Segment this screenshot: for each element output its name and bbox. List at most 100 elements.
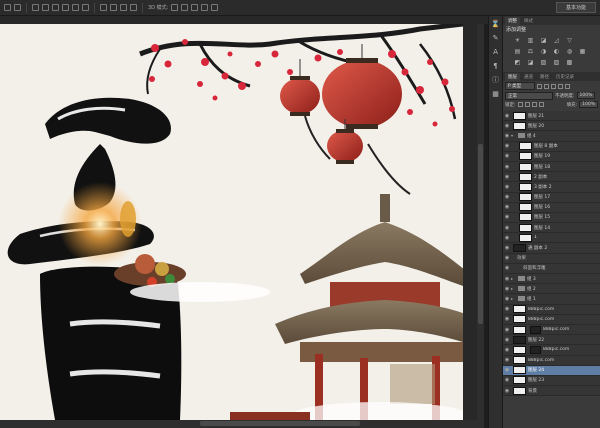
layer-mask-thumbnail[interactable]: [530, 325, 541, 334]
layer-row[interactable]: ◉ 3 副本 2: [503, 182, 600, 193]
layer-row[interactable]: ◉ 888pic.com: [503, 345, 600, 356]
layer-row[interactable]: ◉ 888pic.com: [503, 305, 600, 315]
layer-thumbnail[interactable]: [519, 162, 532, 171]
align-top-icon[interactable]: [32, 4, 39, 11]
visibility-eye-icon[interactable]: ◉: [503, 337, 511, 343]
move-tool-icon[interactable]: [4, 4, 11, 11]
visibility-eye-icon[interactable]: ◉: [503, 225, 511, 231]
layer-thumbnail[interactable]: [513, 345, 526, 354]
layer-row[interactable]: ◉ 888pic.com: [503, 356, 600, 366]
layer-row[interactable]: ◉ 图层 23: [503, 376, 600, 387]
align-left-icon[interactable]: [62, 4, 69, 11]
photo-filter-icon[interactable]: ◐: [552, 48, 561, 56]
channel-mixer-icon[interactable]: ◍: [565, 48, 574, 56]
layer-group-row[interactable]: ◉ ▸ 组 3: [503, 274, 600, 285]
layer-group-row[interactable]: ◉ ▸ 组 1: [503, 294, 600, 305]
tab-adjustments[interactable]: 调整: [505, 17, 520, 25]
3d-pan-icon[interactable]: [191, 4, 199, 11]
levels-icon[interactable]: ▥: [526, 37, 535, 45]
adjustment-filter-icon[interactable]: [544, 83, 549, 89]
pixel-filter-icon[interactable]: [537, 83, 542, 89]
layer-row[interactable]: ◉ 888pic.com: [503, 325, 600, 336]
layer-row[interactable]: ◉ 图层 17: [503, 193, 600, 203]
threshold-icon[interactable]: ▧: [539, 59, 548, 67]
chevron-right-icon[interactable]: ▸: [511, 286, 516, 291]
tab-layers[interactable]: 图层: [505, 73, 520, 81]
layer-thumbnail[interactable]: [519, 142, 532, 151]
layer-kind-filter[interactable]: P 类型: [505, 82, 535, 90]
gradient-map-icon[interactable]: ▨: [552, 59, 561, 67]
layer-row[interactable]: ◉ 图层 14: [503, 223, 600, 234]
layer-thumbnail[interactable]: [513, 244, 526, 253]
black-white-icon[interactable]: ◑: [539, 48, 548, 56]
distribute-bottom-icon[interactable]: [120, 4, 127, 11]
tab-styles[interactable]: 样式: [521, 17, 536, 25]
layer-thumbnail[interactable]: [513, 111, 526, 120]
visibility-eye-icon[interactable]: ◉: [503, 276, 511, 282]
visibility-eye-icon[interactable]: ◉: [503, 235, 511, 241]
visibility-eye-icon[interactable]: ◉: [503, 143, 511, 149]
layer-thumbnail[interactable]: [519, 193, 532, 202]
tab-paths[interactable]: 路径: [537, 73, 552, 81]
chevron-right-icon[interactable]: ▸: [511, 276, 516, 281]
para-icon[interactable]: ¶: [491, 62, 500, 71]
shape-filter-icon[interactable]: [558, 83, 563, 89]
exposure-icon[interactable]: ◿: [552, 37, 561, 45]
layer-thumbnail[interactable]: [513, 335, 526, 344]
layer-thumbnail[interactable]: [513, 386, 526, 395]
3d-scale-icon[interactable]: [211, 4, 219, 11]
layer-mask-thumbnail[interactable]: [530, 345, 541, 354]
layer-thumbnail[interactable]: [513, 376, 526, 385]
visibility-eye-icon[interactable]: ◉: [503, 174, 511, 180]
align-right-icon[interactable]: [82, 4, 89, 11]
layer-row[interactable]: ◉ 图层 18: [503, 162, 600, 173]
layer-row[interactable]: ◉ 通 副本 2: [503, 243, 600, 254]
visibility-eye-icon[interactable]: ◉: [503, 184, 511, 190]
vertical-scrollbar[interactable]: [477, 24, 484, 420]
visibility-eye-icon[interactable]: ◉: [503, 265, 511, 271]
layer-effect-row[interactable]: ◉ 斜面和浮雕: [503, 264, 600, 274]
fill-field[interactable]: 100%: [579, 101, 598, 108]
3d-roll-icon[interactable]: [181, 4, 189, 11]
visibility-eye-icon[interactable]: ◉: [503, 296, 511, 302]
tab-history[interactable]: 历史记录: [553, 73, 577, 81]
distribute-top-icon[interactable]: [100, 4, 107, 11]
layer-row[interactable]: ◉ 背景: [503, 386, 600, 397]
layer-thumbnail[interactable]: [519, 182, 532, 191]
visibility-eye-icon[interactable]: ◉: [503, 164, 511, 170]
visibility-eye-icon[interactable]: ◉: [503, 255, 511, 261]
layer-thumbnail[interactable]: [519, 203, 532, 212]
selective-color-icon[interactable]: ▩: [565, 59, 574, 67]
layer-thumbnail[interactable]: [513, 315, 526, 324]
brush-icon[interactable]: ✎: [491, 34, 500, 43]
layer-thumbnail[interactable]: [513, 305, 526, 314]
visibility-eye-icon[interactable]: ◉: [503, 113, 511, 119]
align-bottom-icon[interactable]: [52, 4, 59, 11]
hue-saturation-icon[interactable]: ▤: [513, 48, 522, 56]
type-filter-icon[interactable]: [551, 83, 556, 89]
auto-select-icon[interactable]: [14, 4, 21, 11]
smart-object-filter-icon[interactable]: [565, 83, 570, 89]
horizontal-scrollbar[interactable]: [0, 420, 484, 428]
align-middle-icon[interactable]: [42, 4, 49, 11]
curves-icon[interactable]: ◪: [539, 37, 548, 45]
visibility-eye-icon[interactable]: ◉: [503, 357, 511, 363]
lock-transparent-icon[interactable]: [517, 102, 523, 107]
3d-rotate-icon[interactable]: [171, 4, 179, 11]
workspace-selector[interactable]: 基本功能: [556, 2, 596, 13]
chevron-right-icon[interactable]: ▸: [511, 296, 516, 301]
align-center-icon[interactable]: [72, 4, 79, 11]
layer-thumbnail[interactable]: [519, 233, 532, 242]
layer-row[interactable]: ◉ 图层 15: [503, 213, 600, 224]
layer-row[interactable]: ◉ 图层 20: [503, 121, 600, 132]
visibility-eye-icon[interactable]: ◉: [503, 286, 511, 292]
visibility-eye-icon[interactable]: ◉: [503, 194, 511, 200]
layer-row[interactable]: ◉ 888pic.com: [503, 315, 600, 325]
opacity-field[interactable]: 100%: [576, 92, 596, 99]
visibility-eye-icon[interactable]: ◉: [503, 133, 511, 139]
info-icon[interactable]: ⓘ: [491, 76, 500, 85]
layer-thumbnail[interactable]: [519, 213, 532, 222]
layer-row[interactable]: ◉ 图层 8 副本: [503, 142, 600, 152]
tab-channels[interactable]: 通道: [521, 73, 536, 81]
layer-row[interactable]: ◉ 图层 21: [503, 111, 600, 122]
